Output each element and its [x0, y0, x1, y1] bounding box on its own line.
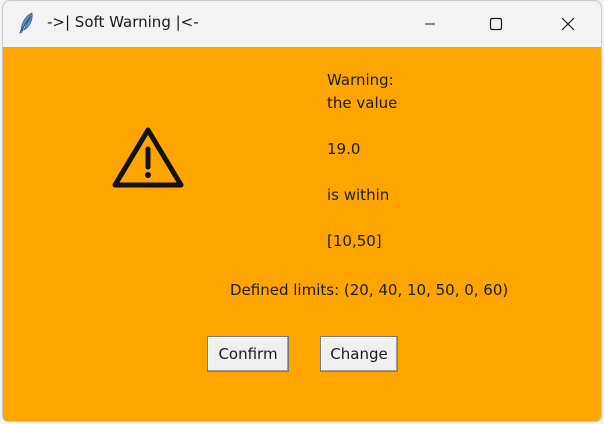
warning-message: Warning: the value 19.0 is within [10,50… [327, 69, 397, 253]
defined-limits-text: Defined limits: (20, 40, 10, 50, 0, 60) [230, 281, 509, 299]
window-title: ->| Soft Warning |<- [47, 13, 199, 31]
warning-triangle-icon [111, 125, 185, 191]
minimize-icon [424, 18, 436, 30]
maximize-button[interactable] [473, 1, 519, 47]
soft-warning-window: ->| Soft Warning |<- Warning: the value [2, 0, 602, 422]
close-icon [561, 17, 575, 31]
title-bar[interactable]: ->| Soft Warning |<- [3, 1, 601, 47]
confirm-button[interactable]: Confirm [207, 336, 289, 372]
maximize-icon [489, 17, 503, 31]
change-button[interactable]: Change [320, 336, 398, 372]
minimize-button[interactable] [407, 1, 453, 47]
message-line-is-within: is within [327, 186, 390, 204]
message-line-warning: Warning: [327, 71, 394, 89]
message-value: 19.0 [327, 140, 361, 158]
feather-icon [17, 11, 37, 35]
message-line-the-value: the value [327, 94, 398, 112]
close-button[interactable] [545, 1, 591, 47]
message-range: [10,50] [327, 232, 382, 250]
